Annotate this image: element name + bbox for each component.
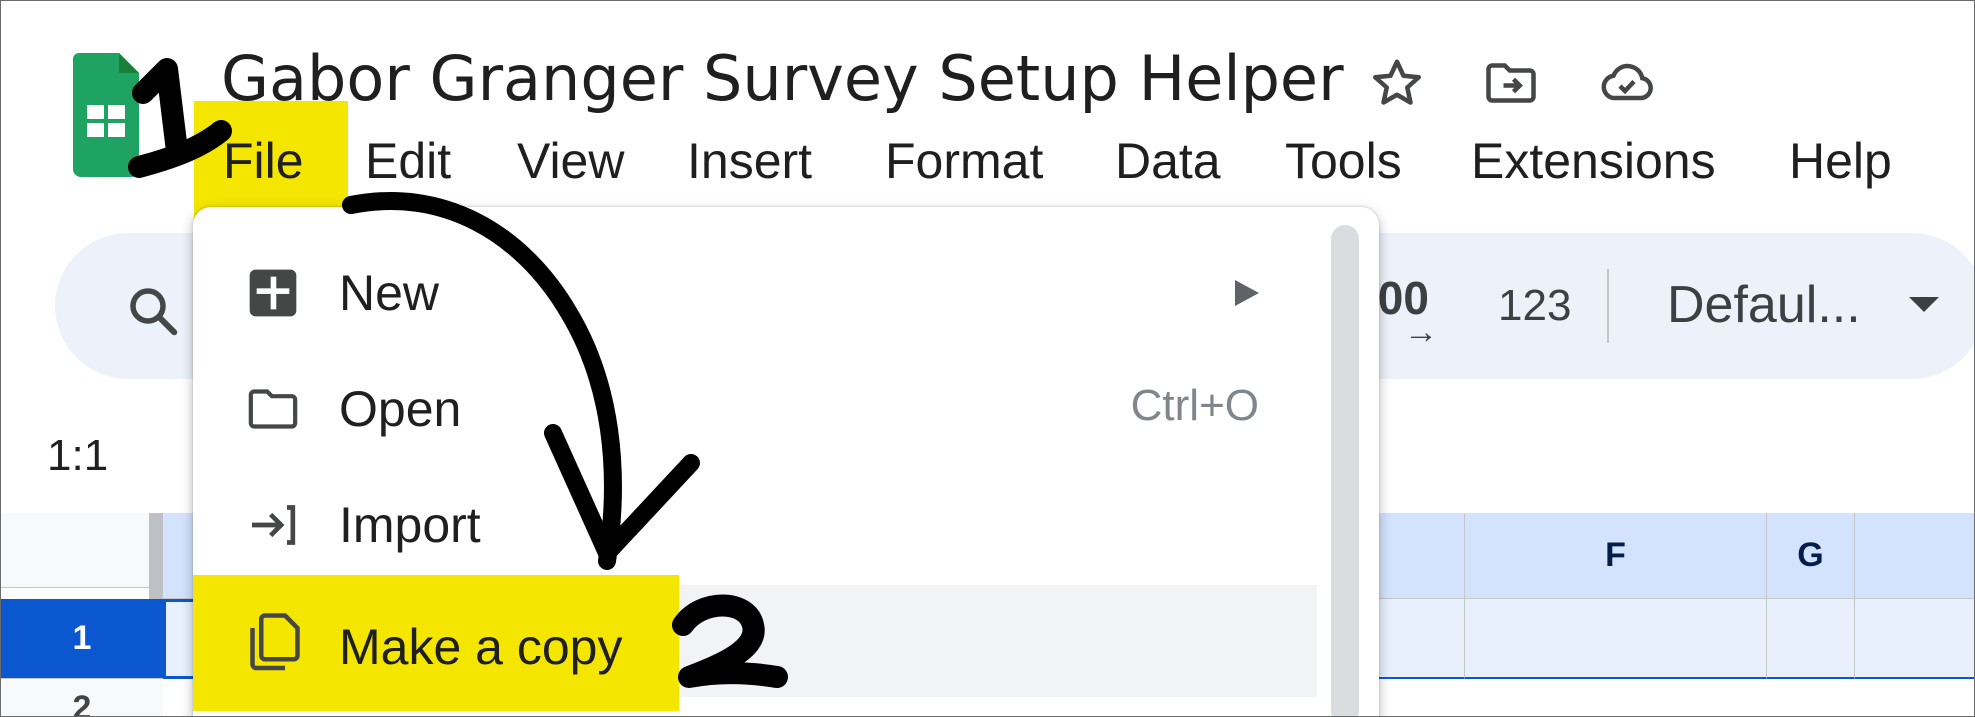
menu-data[interactable]: Data [1115, 129, 1221, 193]
toolbar-divider [1607, 269, 1609, 343]
copy-icon [250, 613, 300, 671]
row-header-2[interactable]: 2 [1, 679, 163, 716]
font-select[interactable]: Defaul... [1667, 275, 1861, 335]
new-sheet-icon [249, 269, 297, 317]
star-icon[interactable] [1367, 53, 1427, 113]
grid-cell[interactable] [1465, 599, 1767, 679]
submenu-arrow-icon [1235, 280, 1259, 306]
move-to-folder-icon[interactable] [1481, 53, 1541, 113]
column-header-g[interactable]: G [1767, 513, 1855, 599]
name-box[interactable]: 1:1 [47, 431, 108, 481]
folder-icon [248, 389, 298, 429]
menu-help[interactable]: Help [1789, 129, 1892, 193]
grid-cell[interactable] [1767, 599, 1855, 679]
select-all-corner[interactable] [1, 513, 164, 588]
menu-item-label: Import [339, 497, 481, 553]
menubar: File Edit View Insert Format Data Tools … [1, 129, 1974, 199]
menu-item-open[interactable]: Open Ctrl+O [193, 353, 1317, 465]
menu-edit[interactable]: Edit [365, 129, 451, 193]
number-format-button[interactable]: 123 [1498, 281, 1571, 331]
menu-item-label: Make a copy [339, 619, 623, 675]
search-menus-icon[interactable] [123, 281, 183, 341]
document-title[interactable]: Gabor Granger Survey Setup Helper [221, 41, 1344, 117]
menu-item-new[interactable]: New [193, 237, 1317, 349]
grid-cell[interactable] [1855, 599, 1974, 679]
frozen-column-handle[interactable] [149, 513, 163, 599]
menu-tools[interactable]: Tools [1285, 129, 1402, 193]
decimal-arrow-icon: → [1404, 313, 1438, 351]
menu-extensions[interactable]: Extensions [1471, 129, 1716, 193]
menu-scrollbar[interactable] [1331, 225, 1359, 716]
shortcut-label: Ctrl+O [1130, 381, 1259, 430]
menu-file[interactable]: File [223, 129, 304, 193]
import-icon [252, 505, 296, 545]
screenshot-frame: Gabor Granger Survey Setup Helper File E… [0, 0, 1975, 717]
chevron-down-icon[interactable] [1909, 297, 1939, 312]
column-header-f[interactable]: F [1465, 513, 1767, 599]
menu-item-import[interactable]: Import [193, 469, 1317, 581]
menu-item-label: Open [339, 381, 462, 437]
menu-insert[interactable]: Insert [687, 129, 812, 193]
menu-format[interactable]: Format [885, 129, 1043, 193]
menu-item-make-a-copy[interactable]: Make a copy [193, 587, 1317, 699]
menu-view[interactable]: View [517, 129, 624, 193]
row-header-1[interactable]: 1 [1, 599, 163, 679]
menu-item-label: New [339, 265, 440, 321]
cloud-saved-icon[interactable] [1597, 53, 1657, 113]
column-header-blank-right[interactable] [1855, 513, 1974, 599]
